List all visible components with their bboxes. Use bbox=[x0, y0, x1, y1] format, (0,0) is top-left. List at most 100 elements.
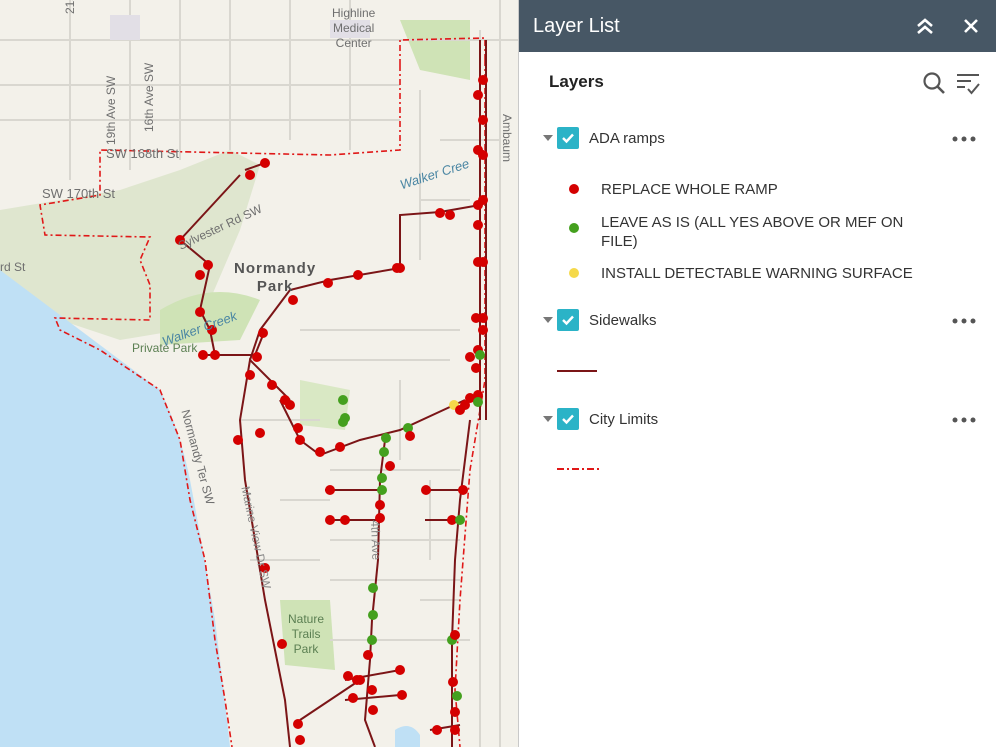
ada-ramp-point[interactable] bbox=[458, 485, 468, 495]
more-options-icon[interactable] bbox=[951, 316, 977, 326]
checkbox-ada-ramps[interactable] bbox=[557, 127, 579, 149]
ada-ramp-point[interactable] bbox=[293, 719, 303, 729]
ada-ramp-point[interactable] bbox=[452, 691, 462, 701]
ada-ramp-point[interactable] bbox=[355, 675, 365, 685]
ada-ramp-point[interactable] bbox=[353, 270, 363, 280]
legend-label: REPLACE WHOLE RAMP bbox=[601, 181, 778, 198]
close-icon[interactable] bbox=[959, 14, 983, 38]
ada-ramp-point[interactable] bbox=[267, 380, 277, 390]
ada-ramp-point[interactable] bbox=[450, 725, 460, 735]
ada-ramp-point[interactable] bbox=[367, 685, 377, 695]
ada-ramp-point[interactable] bbox=[377, 473, 387, 483]
ada-ramp-point[interactable] bbox=[368, 583, 378, 593]
ada-ramp-point[interactable] bbox=[340, 515, 350, 525]
ada-ramp-point[interactable] bbox=[435, 208, 445, 218]
ada-ramp-point[interactable] bbox=[473, 220, 483, 230]
ada-ramp-point[interactable] bbox=[473, 90, 483, 100]
caret-down-icon[interactable] bbox=[543, 133, 553, 143]
ada-ramp-point[interactable] bbox=[245, 370, 255, 380]
ada-ramp-point[interactable] bbox=[471, 313, 481, 323]
ada-ramp-point[interactable] bbox=[450, 707, 460, 717]
ada-ramp-point[interactable] bbox=[258, 328, 268, 338]
layer-sidewalks[interactable]: Sidewalks bbox=[543, 308, 657, 332]
layer-city-limits[interactable]: City Limits bbox=[543, 407, 658, 431]
ada-ramp-point[interactable] bbox=[252, 352, 262, 362]
more-options-icon[interactable] bbox=[951, 415, 977, 425]
ada-ramp-point[interactable] bbox=[335, 442, 345, 452]
ada-ramp-point[interactable] bbox=[478, 257, 488, 267]
ada-ramp-point[interactable] bbox=[465, 352, 475, 362]
ada-ramp-point[interactable] bbox=[195, 270, 205, 280]
ada-ramp-point[interactable] bbox=[381, 433, 391, 443]
caret-down-icon[interactable] bbox=[543, 414, 553, 424]
ada-ramp-point[interactable] bbox=[255, 428, 265, 438]
ada-ramp-point[interactable] bbox=[478, 115, 488, 125]
map-view[interactable]: 21st Av 19th Ave SW 16th Ave SW Highline… bbox=[0, 0, 518, 747]
red-dot-symbol bbox=[569, 184, 579, 194]
ada-ramp-point[interactable] bbox=[203, 260, 213, 270]
ada-ramp-point[interactable] bbox=[295, 435, 305, 445]
ada-ramp-point[interactable] bbox=[348, 693, 358, 703]
street-label-21st: 21st Av bbox=[63, 0, 77, 14]
ada-ramp-point[interactable] bbox=[455, 405, 465, 415]
ada-ramp-point[interactable] bbox=[450, 630, 460, 640]
ada-ramp-point[interactable] bbox=[432, 725, 442, 735]
ada-ramp-point[interactable] bbox=[478, 150, 488, 160]
ada-ramp-point[interactable] bbox=[198, 350, 208, 360]
layer-name-sidewalks: Sidewalks bbox=[589, 311, 657, 329]
ada-ramp-point[interactable] bbox=[338, 417, 348, 427]
layer-list-panel: Layer List Layers ADA ramps REPLACE WHOL… bbox=[518, 0, 996, 747]
ada-ramp-point[interactable] bbox=[368, 705, 378, 715]
ada-ramp-point[interactable] bbox=[478, 325, 488, 335]
ada-ramp-point[interactable] bbox=[245, 170, 255, 180]
caret-down-icon[interactable] bbox=[543, 315, 553, 325]
checkbox-city-limits[interactable] bbox=[557, 408, 579, 430]
ada-ramp-point[interactable] bbox=[343, 671, 353, 681]
ada-ramp-point[interactable] bbox=[448, 677, 458, 687]
checkbox-sidewalks[interactable] bbox=[557, 309, 579, 331]
ada-ramp-point[interactable] bbox=[445, 210, 455, 220]
ada-ramp-point[interactable] bbox=[395, 263, 405, 273]
ada-ramp-point[interactable] bbox=[325, 485, 335, 495]
ada-ramp-point[interactable] bbox=[323, 278, 333, 288]
ada-ramp-point[interactable] bbox=[471, 363, 481, 373]
ada-ramp-point[interactable] bbox=[367, 635, 377, 645]
ada-ramp-point[interactable] bbox=[377, 485, 387, 495]
ada-ramp-point[interactable] bbox=[363, 650, 373, 660]
double-chevron-up-icon[interactable] bbox=[913, 14, 937, 38]
legend-item-install: INSTALL DETECTABLE WARNING SURFACE bbox=[569, 264, 961, 283]
street-label-19th: 19th Ave SW bbox=[104, 75, 118, 145]
private-park-label: Private Park bbox=[132, 341, 198, 355]
more-options-icon[interactable] bbox=[951, 134, 977, 144]
ada-ramp-point[interactable] bbox=[288, 295, 298, 305]
ada-ramp-point[interactable] bbox=[475, 350, 485, 360]
ada-ramp-point[interactable] bbox=[478, 75, 488, 85]
ada-ramp-point[interactable] bbox=[478, 195, 488, 205]
ada-ramp-point[interactable] bbox=[277, 639, 287, 649]
filter-list-icon[interactable] bbox=[955, 70, 981, 96]
ada-ramp-point[interactable] bbox=[295, 735, 305, 745]
ada-ramp-point[interactable] bbox=[397, 690, 407, 700]
ada-ramp-point[interactable] bbox=[260, 158, 270, 168]
ada-ramp-point[interactable] bbox=[315, 447, 325, 457]
ada-ramp-point[interactable] bbox=[405, 431, 415, 441]
ada-ramp-point[interactable] bbox=[233, 435, 243, 445]
ada-ramp-point[interactable] bbox=[379, 447, 389, 457]
ada-ramp-point[interactable] bbox=[385, 461, 395, 471]
ada-ramp-point[interactable] bbox=[473, 397, 483, 407]
ada-ramp-point[interactable] bbox=[195, 307, 205, 317]
ada-ramp-point[interactable] bbox=[375, 500, 385, 510]
ada-ramp-point[interactable] bbox=[293, 423, 303, 433]
ada-ramp-point[interactable] bbox=[325, 515, 335, 525]
search-icon[interactable] bbox=[921, 70, 947, 96]
yellow-dot-symbol bbox=[569, 268, 579, 278]
ada-ramp-point[interactable] bbox=[338, 395, 348, 405]
layer-ada-ramps[interactable]: ADA ramps bbox=[543, 126, 665, 150]
ada-ramp-point[interactable] bbox=[285, 400, 295, 410]
ada-ramp-point[interactable] bbox=[210, 350, 220, 360]
ada-ramp-point[interactable] bbox=[395, 665, 405, 675]
ada-ramp-point[interactable] bbox=[368, 610, 378, 620]
ada-ramp-point[interactable] bbox=[455, 515, 465, 525]
street-label-4th: 4th Ave bbox=[368, 520, 384, 561]
ada-ramp-point[interactable] bbox=[421, 485, 431, 495]
